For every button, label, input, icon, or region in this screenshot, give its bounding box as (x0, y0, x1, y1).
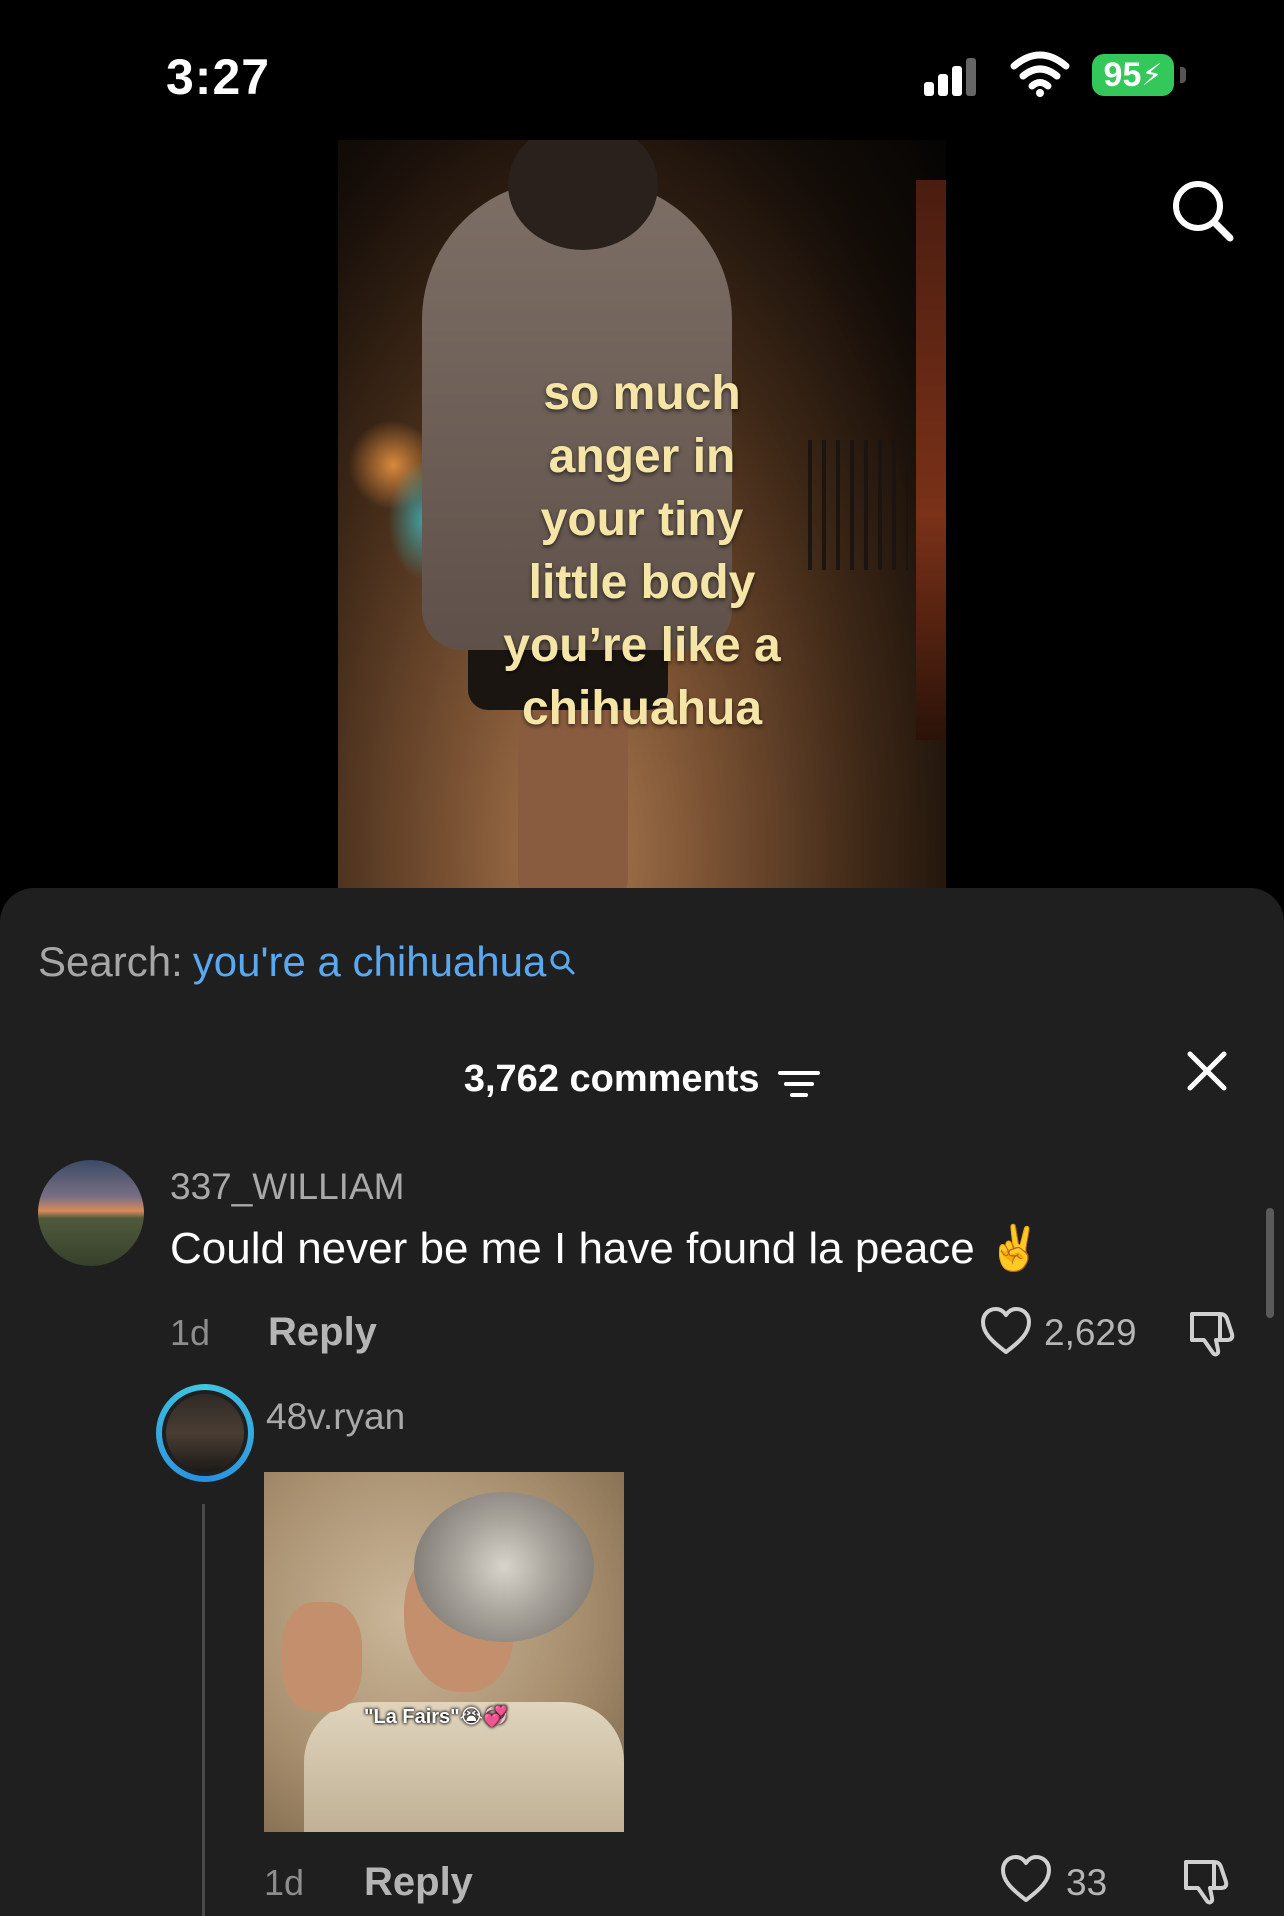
meme-hand (282, 1602, 362, 1712)
search-icon (548, 938, 576, 975)
heart-icon[interactable] (1000, 1854, 1052, 1904)
avatar[interactable] (38, 1160, 144, 1266)
comment-time: 1d (264, 1862, 305, 1903)
comments-count-header[interactable]: 3,762 comments (0, 1058, 1284, 1101)
cellular-signal-icon (924, 56, 976, 96)
battery-icon: 95 ⚡ (1092, 54, 1174, 96)
like-count: 33 (1066, 1862, 1108, 1903)
avatar-story-ring[interactable] (156, 1384, 254, 1482)
close-icon[interactable] (1184, 1048, 1230, 1094)
search-term-link[interactable]: you're a chihuahua (193, 938, 547, 985)
battery-cap (1180, 67, 1186, 83)
search-icon[interactable] (1168, 176, 1238, 246)
filter-icon[interactable] (778, 1066, 821, 1097)
comment-username[interactable]: 337_WILLIAM (170, 1166, 404, 1208)
comment-image[interactable]: "La Fairs"😭💞 (264, 1472, 624, 1832)
scrollbar[interactable] (1266, 1208, 1274, 1318)
reply-button[interactable]: Reply (364, 1860, 473, 1905)
meme-caption: "La Fairs"😭💞 (364, 1706, 508, 1728)
comment-time: 1d (170, 1312, 211, 1353)
battery-level: 95 (1103, 55, 1142, 94)
reply-button[interactable]: Reply (268, 1310, 377, 1355)
dislike-icon[interactable] (1180, 1854, 1232, 1906)
status-time: 3:27 (166, 49, 271, 105)
comment-username[interactable]: 48v.ryan (266, 1396, 405, 1438)
comments-sheet: Search: you're a chihuahua 3,762 comments… (0, 888, 1284, 1916)
comment-text: Could never be me I have found la peace … (170, 1224, 1042, 1273)
like-count: 2,629 (1044, 1312, 1137, 1353)
search-suggestion[interactable]: Search: you're a chihuahua (38, 938, 576, 986)
video-player[interactable]: so much anger in your tiny little body y… (338, 140, 946, 888)
comments-count: 3,762 comments (463, 1058, 760, 1100)
thread-line (202, 1504, 205, 1916)
video-caption-overlay: so much anger in your tiny little body y… (503, 367, 781, 735)
dislike-icon[interactable] (1186, 1306, 1238, 1358)
wifi-icon (1010, 50, 1070, 98)
heart-icon[interactable] (980, 1306, 1032, 1356)
avatar (162, 1390, 248, 1476)
search-label: Search: (38, 938, 183, 985)
meme-hair (414, 1492, 594, 1642)
